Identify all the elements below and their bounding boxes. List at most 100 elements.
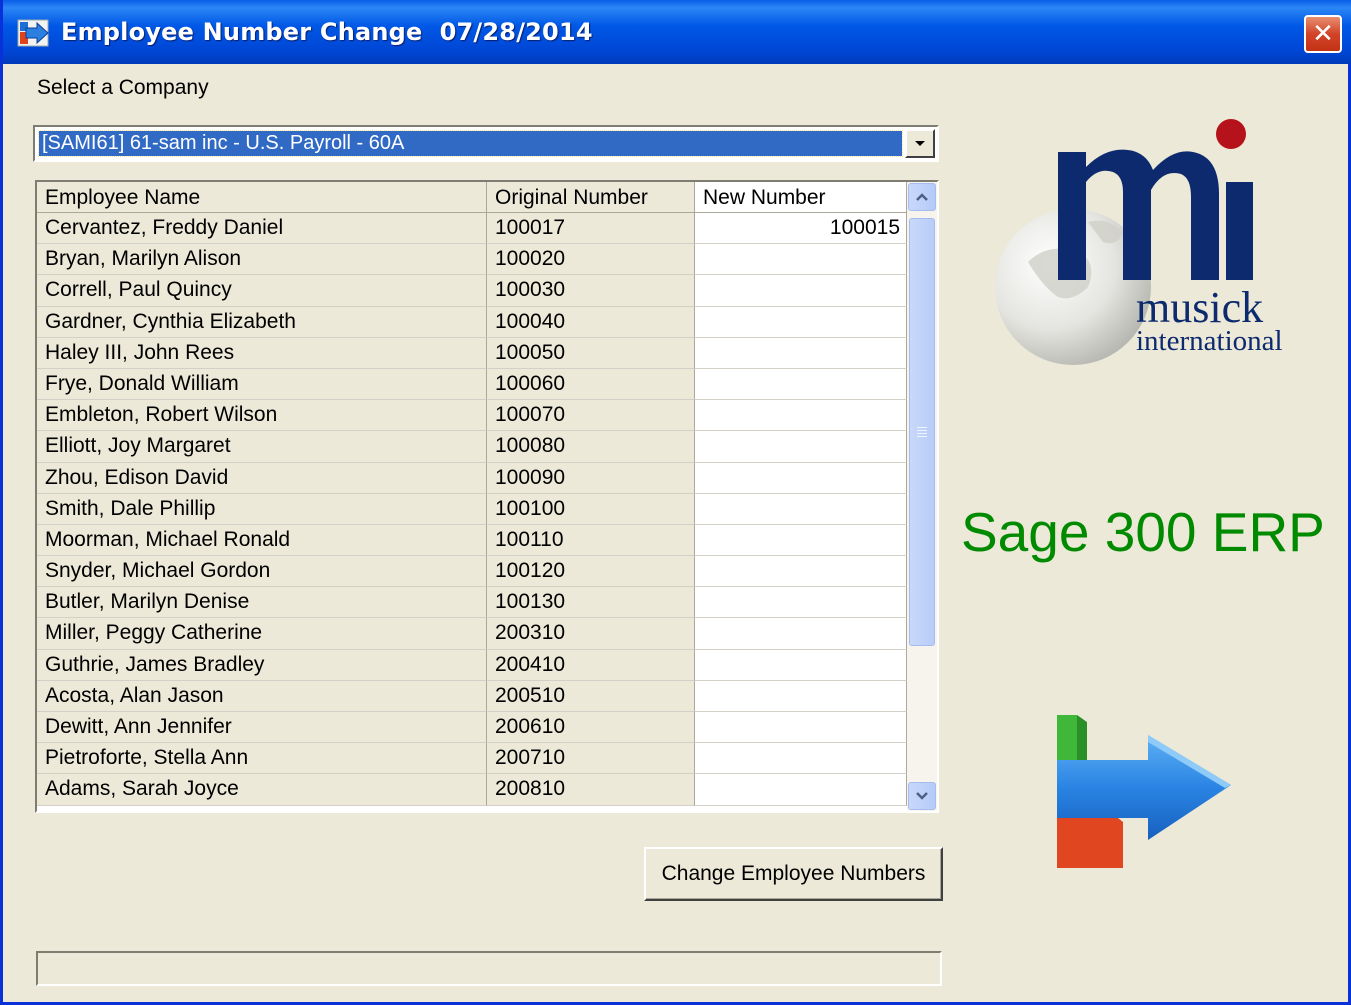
original-number-cell: 200510 bbox=[487, 680, 695, 712]
employee-name-cell: Dewitt, Ann Jennifer bbox=[37, 712, 487, 744]
chevron-down-icon bbox=[916, 792, 928, 800]
column-header-new-number[interactable]: New Number bbox=[695, 182, 907, 213]
new-number-input[interactable] bbox=[695, 493, 907, 525]
table-row[interactable]: Gardner, Cynthia Elizabeth 100040 bbox=[37, 306, 907, 338]
scroll-down-button[interactable] bbox=[908, 782, 936, 810]
employee-name-cell: Moorman, Michael Ronald bbox=[37, 524, 487, 557]
table-row[interactable]: Haley III, John Rees 100050 bbox=[37, 337, 907, 369]
table-row[interactable]: Smith, Dale Phillip 100100 bbox=[37, 493, 907, 525]
table-row[interactable]: Zhou, Edison David 100090 bbox=[37, 462, 907, 494]
table-row[interactable]: Snyder, Michael Gordon 100120 bbox=[37, 556, 907, 588]
column-header-employee-name[interactable]: Employee Name bbox=[37, 182, 487, 213]
column-header-original-number[interactable]: Original Number bbox=[487, 182, 695, 213]
app-arrow-icon bbox=[17, 19, 49, 47]
employee-name-cell: Guthrie, James Bradley bbox=[37, 649, 487, 681]
table-row[interactable]: Adams, Sarah Joyce 200810 bbox=[37, 774, 907, 806]
original-number-cell: 200610 bbox=[487, 712, 695, 744]
original-number-cell: 100110 bbox=[487, 524, 695, 557]
transfer-arrow-icon bbox=[1057, 715, 1231, 868]
grip-icon bbox=[917, 427, 927, 437]
original-number-cell: 100120 bbox=[487, 556, 695, 588]
table-row[interactable]: Frye, Donald William 100060 bbox=[37, 368, 907, 401]
original-number-cell: 100130 bbox=[487, 587, 695, 619]
product-name: Sage 300 ERP bbox=[961, 501, 1325, 563]
original-number-cell: 200810 bbox=[487, 774, 695, 806]
dropdown-button[interactable] bbox=[905, 129, 935, 158]
close-button[interactable]: ✕ bbox=[1304, 15, 1342, 53]
chevron-down-icon bbox=[915, 140, 925, 146]
progress-bar bbox=[36, 951, 942, 986]
new-number-input[interactable] bbox=[695, 368, 907, 401]
company-label: Select a Company bbox=[37, 76, 209, 99]
original-number-cell: 100100 bbox=[487, 493, 695, 525]
new-number-input[interactable] bbox=[695, 244, 907, 276]
original-number-cell: 200310 bbox=[487, 618, 695, 650]
employee-grid[interactable]: Employee Name Original Number New Number… bbox=[35, 180, 939, 813]
employee-name-cell: Pietroforte, Stella Ann bbox=[37, 743, 487, 775]
new-number-input[interactable] bbox=[695, 618, 907, 650]
employee-name-cell: Bryan, Marilyn Alison bbox=[37, 244, 487, 276]
table-row[interactable]: Acosta, Alan Jason 200510 bbox=[37, 680, 907, 712]
original-number-cell: 100090 bbox=[487, 462, 695, 494]
employee-name-cell: Gardner, Cynthia Elizabeth bbox=[37, 306, 487, 338]
employee-name-cell: Miller, Peggy Catherine bbox=[37, 618, 487, 650]
original-number-cell: 100030 bbox=[487, 275, 695, 307]
new-number-input[interactable] bbox=[695, 400, 907, 432]
table-row[interactable]: Correll, Paul Quincy 100030 bbox=[37, 275, 907, 307]
new-number-input[interactable] bbox=[695, 774, 907, 806]
table-row[interactable]: Guthrie, James Bradley 200410 bbox=[37, 649, 907, 681]
employee-name-cell: Frye, Donald William bbox=[37, 368, 487, 401]
new-number-input[interactable] bbox=[695, 337, 907, 369]
new-number-input[interactable] bbox=[695, 306, 907, 338]
scroll-thumb[interactable] bbox=[909, 218, 935, 646]
table-row[interactable]: Miller, Peggy Catherine 200310 bbox=[37, 618, 907, 650]
new-number-input[interactable] bbox=[695, 462, 907, 494]
new-number-input[interactable] bbox=[695, 524, 907, 557]
new-number-input[interactable] bbox=[695, 743, 907, 775]
title-bar[interactable]: Employee Number Change 07/28/2014 ✕ bbox=[3, 0, 1351, 64]
company-select[interactable]: [SAMI61] 61-sam inc - U.S. Payroll - 60A bbox=[33, 125, 939, 162]
original-number-cell: 100050 bbox=[487, 337, 695, 369]
new-number-input[interactable] bbox=[695, 680, 907, 712]
chevron-up-icon bbox=[916, 193, 928, 201]
table-row[interactable]: Embleton, Robert Wilson 100070 bbox=[37, 400, 907, 432]
employee-name-cell: Smith, Dale Phillip bbox=[37, 493, 487, 525]
table-row[interactable]: Bryan, Marilyn Alison 100020 bbox=[37, 244, 907, 276]
vertical-scrollbar[interactable] bbox=[907, 182, 937, 811]
employee-name-cell: Acosta, Alan Jason bbox=[37, 680, 487, 712]
employee-name-cell: Cervantez, Freddy Daniel bbox=[37, 213, 487, 245]
table-row[interactable]: Cervantez, Freddy Daniel 100017 100015 bbox=[37, 213, 907, 245]
original-number-cell: 100070 bbox=[487, 400, 695, 432]
table-row[interactable]: Elliott, Joy Margaret 100080 bbox=[37, 431, 907, 463]
change-button-label: Change Employee Numbers bbox=[661, 862, 926, 885]
table-row[interactable]: Moorman, Michael Ronald 100110 bbox=[37, 524, 907, 557]
new-number-input[interactable] bbox=[695, 556, 907, 588]
original-number-cell: 100080 bbox=[487, 431, 695, 463]
original-number-cell: 100060 bbox=[487, 368, 695, 401]
main-window: Employee Number Change 07/28/2014 ✕ Sele… bbox=[0, 0, 1351, 1005]
employee-name-cell: Butler, Marilyn Denise bbox=[37, 587, 487, 619]
original-number-cell: 200410 bbox=[487, 649, 695, 681]
employee-name-cell: Zhou, Edison David bbox=[37, 462, 487, 494]
original-number-cell: 100040 bbox=[487, 306, 695, 338]
employee-name-cell: Adams, Sarah Joyce bbox=[37, 774, 487, 806]
original-number-cell: 100017 bbox=[487, 213, 695, 245]
new-number-input[interactable] bbox=[695, 431, 907, 463]
scroll-up-button[interactable] bbox=[908, 183, 936, 211]
original-number-cell: 100020 bbox=[487, 244, 695, 276]
new-number-input[interactable] bbox=[695, 587, 907, 619]
new-number-input[interactable] bbox=[695, 649, 907, 681]
new-number-input[interactable] bbox=[695, 712, 907, 744]
grid-rows: Cervantez, Freddy Daniel 100017 100015 Brya… bbox=[37, 213, 907, 806]
window-title: Employee Number Change 07/28/2014 bbox=[61, 18, 593, 46]
new-number-input[interactable]: 100015 bbox=[695, 213, 907, 245]
employee-name-cell: Embleton, Robert Wilson bbox=[37, 400, 487, 432]
table-row[interactable]: Butler, Marilyn Denise 100130 bbox=[37, 587, 907, 619]
new-number-input[interactable] bbox=[695, 275, 907, 307]
table-row[interactable]: Dewitt, Ann Jennifer 200610 bbox=[37, 712, 907, 744]
change-employee-numbers-button[interactable]: Change Employee Numbers bbox=[644, 847, 943, 901]
table-row[interactable]: Pietroforte, Stella Ann 200710 bbox=[37, 743, 907, 775]
grid-header: Employee Name Original Number New Number bbox=[37, 182, 907, 213]
employee-name-cell: Snyder, Michael Gordon bbox=[37, 556, 487, 588]
original-number-cell: 200710 bbox=[487, 743, 695, 775]
